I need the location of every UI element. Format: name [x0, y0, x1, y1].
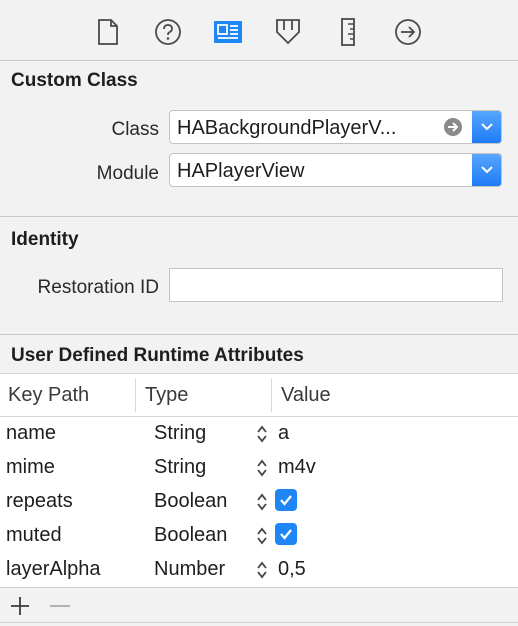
type-cell[interactable]: Boolean — [154, 524, 227, 547]
type-stepper-icon[interactable] — [255, 424, 269, 444]
runtime-attributes-title: User Defined Runtime Attributes — [11, 345, 304, 366]
runtime-attributes-table: name String a mime String m4v repeats Bo… — [0, 417, 518, 587]
restoration-id-field[interactable] — [169, 268, 503, 302]
type-stepper-icon[interactable] — [255, 526, 269, 546]
section-divider — [0, 334, 518, 335]
restoration-id-label: Restoration ID — [37, 277, 159, 298]
class-label: Class — [111, 119, 159, 140]
table-row[interactable]: layerAlpha Number 0,5 — [0, 553, 518, 587]
file-icon[interactable] — [90, 15, 126, 49]
connections-arrow-icon[interactable] — [390, 15, 426, 49]
inspector-toolbar — [0, 0, 518, 61]
type-stepper-icon[interactable] — [255, 492, 269, 512]
checkmark-icon — [280, 495, 292, 506]
column-header-key-path[interactable]: Key Path — [8, 384, 89, 407]
key-path-cell[interactable]: name — [6, 422, 56, 445]
value-cell[interactable]: 0,5 — [278, 558, 306, 581]
value-checkbox[interactable] — [275, 489, 297, 511]
plus-icon[interactable] — [9, 595, 31, 622]
minus-icon[interactable] — [48, 595, 72, 622]
key-path-cell[interactable]: layerAlpha — [6, 558, 101, 581]
table-row[interactable]: mime String m4v — [0, 451, 518, 485]
attributes-icon[interactable] — [270, 15, 306, 49]
module-label: Module — [96, 163, 159, 184]
class-dropdown-button[interactable] — [472, 111, 501, 143]
checkmark-icon — [280, 529, 292, 540]
type-stepper-icon[interactable] — [255, 458, 269, 478]
key-path-cell[interactable]: mime — [6, 456, 55, 479]
size-ruler-icon[interactable] — [330, 15, 366, 49]
type-cell[interactable]: Number — [154, 558, 225, 581]
value-cell[interactable]: m4v — [278, 456, 316, 479]
type-cell[interactable]: String — [154, 422, 206, 445]
table-row[interactable]: muted Boolean — [0, 519, 518, 553]
type-cell[interactable]: String — [154, 456, 206, 479]
module-combobox[interactable]: HAPlayerView — [169, 153, 502, 187]
section-divider — [0, 216, 518, 217]
identity-title: Identity — [11, 229, 79, 250]
class-value[interactable]: HABackgroundPlayerV... — [177, 117, 396, 140]
custom-class-title: Custom Class — [11, 70, 138, 91]
value-cell[interactable]: a — [278, 422, 289, 445]
column-separator[interactable] — [135, 378, 136, 412]
class-combobox[interactable]: HABackgroundPlayerV... — [169, 110, 502, 144]
key-path-cell[interactable]: repeats — [6, 490, 73, 513]
chevron-down-icon — [481, 166, 493, 174]
key-path-cell[interactable]: muted — [6, 524, 62, 547]
type-cell[interactable]: Boolean — [154, 490, 227, 513]
go-to-class-arrow-icon[interactable] — [443, 117, 463, 142]
table-footer — [0, 587, 518, 623]
chevron-down-icon — [481, 123, 493, 131]
column-header-value[interactable]: Value — [281, 384, 331, 407]
help-icon[interactable] — [150, 15, 186, 49]
value-checkbox[interactable] — [275, 523, 297, 545]
table-row[interactable]: name String a — [0, 417, 518, 451]
table-row[interactable]: repeats Boolean — [0, 485, 518, 519]
column-header-type[interactable]: Type — [145, 384, 188, 407]
module-value[interactable]: HAPlayerView — [177, 160, 304, 183]
type-stepper-icon[interactable] — [255, 560, 269, 580]
runtime-attributes-table-header: Key Path Type Value — [0, 373, 518, 417]
module-dropdown-button[interactable] — [472, 154, 501, 186]
column-separator[interactable] — [271, 378, 272, 412]
identity-inspector-icon[interactable] — [210, 15, 246, 49]
